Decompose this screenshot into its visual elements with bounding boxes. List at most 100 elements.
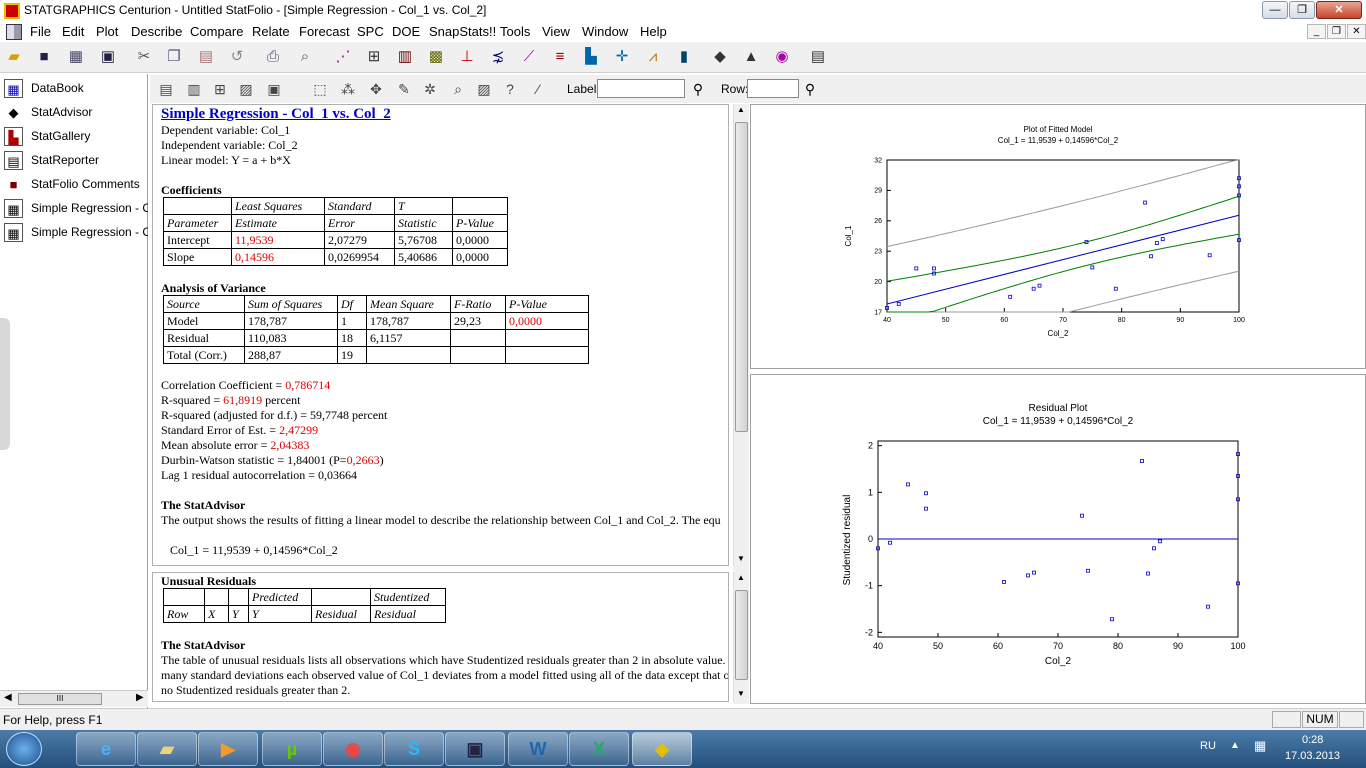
sidebar-item-statadvisor[interactable]: ◆ StatAdvisor (4, 101, 148, 123)
sidebar-item-statreporter[interactable]: ▤ StatReporter (4, 149, 148, 171)
label-input[interactable] (597, 79, 685, 98)
media-player-icon[interactable]: ▶ (198, 732, 258, 766)
document-icon[interactable] (6, 24, 22, 40)
copy-icon[interactable]: ❐ (164, 47, 184, 67)
row-input[interactable] (747, 79, 799, 98)
language-indicator[interactable]: RU (1200, 740, 1216, 752)
save-icon[interactable]: ▣ (445, 732, 505, 766)
sidebar-item-simple-regression-2[interactable]: ▦ Simple Regression - Col_ (4, 221, 148, 243)
utorrent-icon[interactable]: µ (262, 732, 322, 766)
print-icon[interactable]: ⎙ (263, 47, 283, 67)
sidebar-item-databook[interactable]: ▦ DataBook (4, 77, 148, 99)
residual-plot-pane[interactable]: Residual Plot Col_1 = 11,9539 + 0,14596*… (750, 374, 1366, 704)
scroll-up-icon[interactable]: ▲ (737, 573, 745, 582)
minimize-button[interactable]: — (1262, 1, 1288, 19)
histogram-icon[interactable]: ▙ (581, 47, 601, 67)
open-icon[interactable]: ▰ (4, 47, 24, 67)
fitted-model-plot[interactable]: Plot of Fitted Model Col_1 = 11,9539 + 0… (751, 105, 1365, 368)
regression-icon[interactable]: ⋨ (488, 47, 508, 67)
menu-tools[interactable]: Tools (500, 24, 530, 39)
residual-plot[interactable]: Residual Plot Col_1 = 11,9539 + 0,14596*… (751, 375, 1365, 703)
bar-chart-icon[interactable]: ▮ (674, 47, 694, 67)
menu-spc[interactable]: SPC (357, 24, 384, 39)
network-icon[interactable]: ▦ (1254, 738, 1266, 754)
move-icon[interactable]: ✥ (366, 79, 386, 99)
menu-view[interactable]: View (542, 24, 570, 39)
scroll-thumb[interactable]: III (18, 693, 102, 705)
scroll-left-icon[interactable]: ◀ (4, 692, 12, 703)
fitted-model-plot-pane[interactable]: Plot of Fitted Model Col_1 = 11,9539 + 0… (750, 104, 1366, 369)
menu-window[interactable]: Window (582, 24, 628, 39)
gallery-icon[interactable]: ◉ (772, 47, 792, 67)
paste-icon[interactable]: ▤ (196, 47, 216, 67)
menu-snapstats[interactable]: SnapStats!! (429, 24, 496, 39)
maximize-button[interactable]: ❐ (1289, 1, 1315, 19)
input-dialog-icon[interactable]: ▤ (156, 79, 176, 99)
control-chart-icon[interactable]: ≡ (550, 47, 570, 67)
close-button[interactable]: ✕ (1316, 1, 1362, 19)
help-query-icon[interactable]: ? (500, 79, 520, 99)
grid-icon[interactable]: ⊞ (364, 47, 384, 67)
internet-explorer-icon[interactable]: e (76, 732, 136, 766)
menu-forecast[interactable]: Forecast (299, 24, 350, 39)
advisor-icon[interactable]: ◆ (710, 47, 730, 67)
label-points-icon[interactable]: ⁂ (338, 79, 358, 99)
calculator-icon[interactable]: ▤ (808, 47, 828, 67)
lasso-icon[interactable]: ✲ (420, 79, 440, 99)
scatter-plot-icon[interactable]: ⋰ (333, 47, 353, 67)
statgraphics-icon[interactable]: ◈ (632, 732, 692, 766)
text-pane2-vscrollbar[interactable]: ▲ ▼ (733, 572, 749, 702)
folder-icon[interactable]: ▰ (137, 732, 197, 766)
menu-doe[interactable]: DOE (392, 24, 420, 39)
save-all-icon[interactable]: ▣ (98, 47, 118, 67)
menu-edit[interactable]: Edit (62, 24, 84, 39)
pane-options-icon[interactable]: ▨ (474, 79, 494, 99)
menu-compare[interactable]: Compare (190, 24, 243, 39)
analysis-summary-pane[interactable]: Simple Regression - Col_1 vs. Col_2 Depe… (152, 104, 729, 566)
sidebar-item-statgallery[interactable]: ▙ StatGallery (4, 125, 148, 147)
clock-time[interactable]: 0:28 (1302, 734, 1323, 746)
scroll-right-icon[interactable]: ▶ (136, 692, 144, 703)
brush-icon[interactable]: ✎ (394, 79, 414, 99)
chrome-icon[interactable]: ◉ (323, 732, 383, 766)
clock-date[interactable]: 17.03.2013 (1285, 750, 1340, 762)
binoculars-icon[interactable]: ⚲ (688, 79, 708, 99)
analysis-options-icon[interactable]: ▥ (184, 79, 204, 99)
scroll-up-icon[interactable]: ▲ (737, 105, 745, 114)
mdi-minimize-button[interactable]: _ (1307, 24, 1326, 39)
forecast-icon[interactable]: ⩘ (643, 47, 663, 67)
distribution-icon[interactable]: ⊥ (457, 47, 477, 67)
scroll-down-icon[interactable]: ▼ (737, 554, 745, 563)
matrix-icon[interactable]: ▩ (426, 47, 446, 67)
scroll-down-icon[interactable]: ▼ (737, 689, 745, 698)
mdi-close-button[interactable]: ✕ (1347, 24, 1366, 39)
menu-plot[interactable]: Plot (96, 24, 118, 39)
sidebar-item-statfolio-comments[interactable]: ■ StatFolio Comments (4, 173, 148, 195)
scroll-thumb[interactable] (735, 590, 748, 680)
jitter-icon[interactable]: ⬚ (310, 79, 330, 99)
skype-icon[interactable]: S (384, 732, 444, 766)
target-icon[interactable]: ✛ (612, 47, 632, 67)
undo-icon[interactable]: ↺ (227, 47, 247, 67)
print-preview-icon[interactable]: ⌕ (295, 47, 315, 67)
scroll-thumb[interactable] (735, 122, 748, 432)
exclude-icon[interactable]: ⁄ (528, 79, 548, 99)
pane-collapse-handle[interactable] (0, 318, 10, 450)
save-icon[interactable]: ■ (34, 47, 54, 67)
trend-icon[interactable]: ⟋ (519, 47, 539, 67)
start-button[interactable] (6, 732, 42, 766)
report-title[interactable]: Simple Regression - Col_1 vs. Col_2 (161, 106, 391, 123)
tables-icon[interactable]: ⊞ (210, 79, 230, 99)
sidebar-item-simple-regression-1[interactable]: ▦ Simple Regression - Col_ (4, 197, 148, 219)
zoom-icon[interactable]: ⌕ (448, 79, 468, 99)
excel-icon[interactable]: X (569, 732, 629, 766)
flask-icon[interactable]: ▲ (741, 47, 761, 67)
sidebar-hscrollbar[interactable]: ◀ III ▶ (0, 690, 148, 707)
text-pane-vscrollbar[interactable]: ▲ ▼ (733, 104, 749, 566)
unusual-residuals-pane[interactable]: Unusual Residuals Predicted Studentized … (152, 572, 729, 702)
save-results-icon[interactable]: ▣ (264, 79, 284, 99)
menu-file[interactable]: File (30, 24, 51, 39)
mdi-restore-button[interactable]: ❐ (1327, 24, 1346, 39)
binoculars-icon[interactable]: ⚲ (800, 79, 820, 99)
databook-icon[interactable]: ▦ (66, 47, 86, 67)
